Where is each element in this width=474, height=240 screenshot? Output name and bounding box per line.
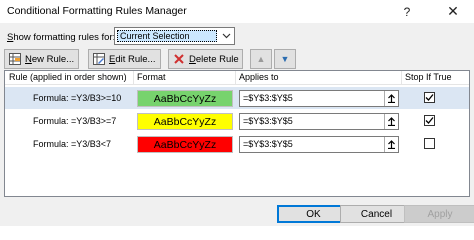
rule-formula: Formula: =Y3/B3<7 bbox=[33, 139, 112, 149]
show-rules-selected-value: Current Selection bbox=[117, 30, 217, 42]
delete-icon bbox=[173, 53, 185, 65]
edit-rule-text: dit Rule... bbox=[115, 53, 156, 65]
window-title: Conditional Formatting Rules Manager bbox=[7, 5, 187, 17]
title-bar: Conditional Formatting Rules Manager ? ✕ bbox=[0, 0, 474, 23]
delete-rule-button[interactable]: Delete Rule bbox=[168, 49, 243, 69]
new-rule-button[interactable]: New Rule... bbox=[4, 49, 79, 69]
stop-if-true-checkbox[interactable] bbox=[424, 138, 435, 149]
rule-formula: Formula: =Y3/B3>=7 bbox=[33, 116, 117, 126]
chevron-down-icon: ▼ bbox=[280, 54, 290, 64]
new-rule-icon bbox=[9, 53, 21, 65]
move-down-button[interactable]: ▼ bbox=[274, 49, 296, 69]
delete-rule-text: elete Rule bbox=[195, 53, 239, 65]
column-header-rule: Rule (applied in order shown) bbox=[9, 72, 127, 82]
delete-rule-accesskey: D bbox=[189, 53, 196, 65]
dialog-body: Show formatting rules for: Current Selec… bbox=[0, 23, 474, 226]
rule-row[interactable]: Formula: =Y3/B3<7 AaBbCcYyZz =$Y$3:$Y$5 bbox=[5, 133, 469, 155]
rules-toolbar: New Rule... Edit Rule... Delete Rule ▲ ▼ bbox=[0, 48, 474, 70]
applies-to-field[interactable]: =$Y$3:$Y$5 bbox=[239, 136, 399, 153]
show-rules-label: Show formatting rules for: bbox=[7, 32, 115, 43]
close-button[interactable]: ✕ bbox=[434, 0, 472, 23]
show-rules-label-text: how formatting rules for: bbox=[13, 31, 116, 43]
rule-formula: Formula: =Y3/B3>=10 bbox=[33, 93, 122, 103]
edit-rule-button[interactable]: Edit Rule... bbox=[88, 49, 161, 69]
delete-rule-label: Delete Rule bbox=[189, 54, 239, 65]
applies-to-field[interactable]: =$Y$3:$Y$5 bbox=[239, 90, 399, 107]
column-divider bbox=[133, 71, 134, 85]
format-preview: AaBbCcYyZz bbox=[137, 113, 233, 130]
column-header-stop-if-true: Stop If True bbox=[405, 72, 452, 82]
range-select-button[interactable] bbox=[384, 114, 398, 129]
checkmark-icon bbox=[425, 94, 434, 101]
edit-rule-icon bbox=[93, 53, 105, 65]
format-preview-text: AaBbCcYyZz bbox=[153, 138, 217, 151]
move-up-button[interactable]: ▲ bbox=[250, 49, 272, 69]
applies-to-value: =$Y$3:$Y$5 bbox=[243, 139, 293, 149]
help-button[interactable]: ? bbox=[388, 0, 426, 23]
format-preview: AaBbCcYyZz bbox=[137, 90, 233, 107]
apply-button[interactable]: Apply bbox=[404, 205, 474, 223]
edit-rule-label: Edit Rule... bbox=[109, 54, 155, 65]
rules-table: Rule (applied in order shown) Format App… bbox=[4, 70, 470, 197]
rule-row[interactable]: Formula: =Y3/B3>=7 AaBbCcYyZz =$Y$3:$Y$5 bbox=[5, 110, 469, 132]
collapse-dialog-icon bbox=[388, 140, 395, 149]
show-rules-row: Show formatting rules for: bbox=[7, 30, 115, 44]
collapse-dialog-icon bbox=[388, 117, 395, 126]
column-header-format: Format bbox=[137, 72, 166, 82]
new-rule-accesskey: N bbox=[25, 53, 32, 65]
applies-to-value: =$Y$3:$Y$5 bbox=[243, 93, 293, 103]
help-icon: ? bbox=[403, 4, 411, 19]
new-rule-text: ew Rule... bbox=[31, 53, 75, 65]
applies-to-field[interactable]: =$Y$3:$Y$5 bbox=[239, 113, 399, 130]
stop-if-true-checkbox[interactable] bbox=[424, 92, 435, 103]
format-preview-text: AaBbCcYyZz bbox=[153, 92, 217, 105]
stop-if-true-checkbox[interactable] bbox=[424, 115, 435, 126]
format-preview: AaBbCcYyZz bbox=[137, 136, 233, 153]
column-header-applies-to: Applies to bbox=[239, 72, 279, 82]
range-select-button[interactable] bbox=[384, 91, 398, 106]
rules-table-header: Rule (applied in order shown) Format App… bbox=[5, 71, 469, 85]
column-divider bbox=[401, 71, 402, 85]
format-preview-text: AaBbCcYyZz bbox=[153, 115, 217, 128]
new-rule-label: New Rule... bbox=[25, 54, 74, 65]
show-rules-select[interactable]: Current Selection bbox=[114, 27, 235, 45]
applies-to-value: =$Y$3:$Y$5 bbox=[243, 116, 293, 126]
chevron-down-icon[interactable] bbox=[219, 28, 234, 44]
cancel-button[interactable]: Cancel bbox=[340, 205, 413, 223]
close-icon: ✕ bbox=[447, 3, 459, 19]
column-divider bbox=[235, 71, 236, 85]
collapse-dialog-icon bbox=[388, 94, 395, 103]
rule-row[interactable]: Formula: =Y3/B3>=10 AaBbCcYyZz =$Y$3:$Y$… bbox=[5, 87, 469, 109]
chevron-up-icon: ▲ bbox=[256, 54, 266, 64]
range-select-button[interactable] bbox=[384, 137, 398, 152]
checkmark-icon bbox=[425, 117, 434, 124]
